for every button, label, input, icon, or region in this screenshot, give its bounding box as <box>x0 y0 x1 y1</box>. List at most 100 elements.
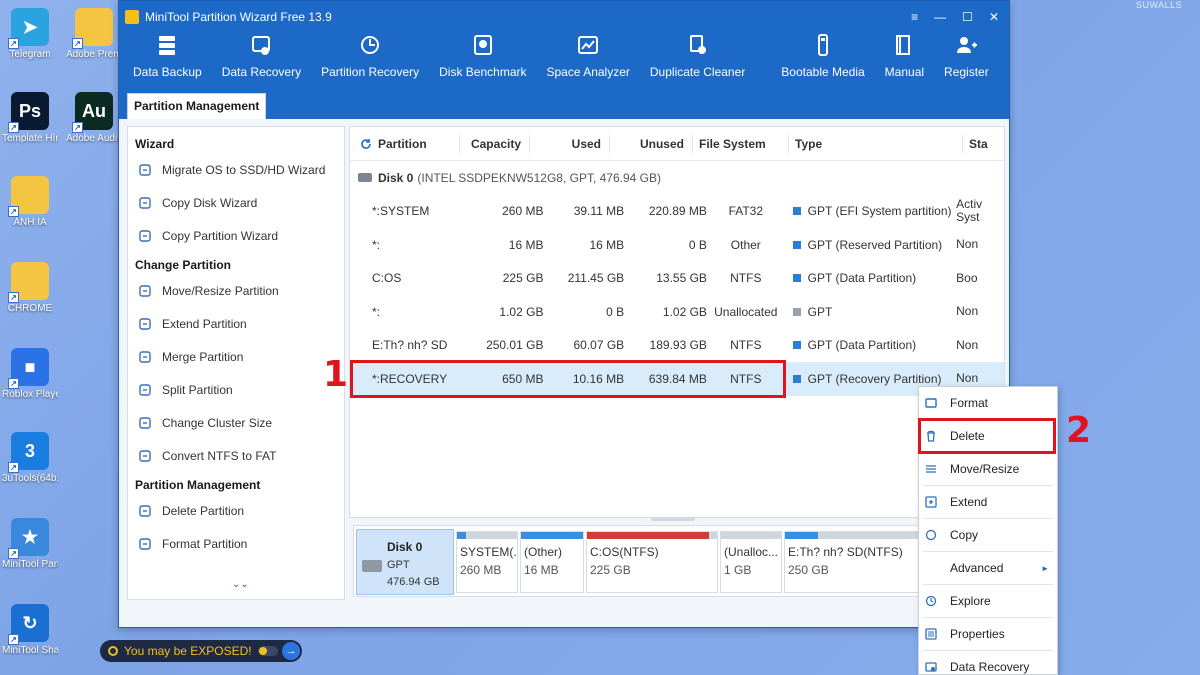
context-menu-item-format[interactable]: Format <box>919 387 1057 419</box>
disk-row[interactable]: Disk 0 (INTEL SSDPEKNW512G8, GPT, 476.94… <box>350 161 1004 195</box>
toast-arrow-button[interactable]: → <box>282 642 300 660</box>
app-icon: ➤ ↗ <box>8 8 49 49</box>
app-icon: ↗ <box>8 262 49 303</box>
toolbar-data-recovery-button[interactable]: Data Recovery <box>222 33 301 79</box>
sidebar-item[interactable]: Merge Partition <box>128 340 344 373</box>
desktop-icon[interactable]: ■↗Roblox Player <box>2 348 58 401</box>
col-header-status[interactable]: Sta <box>963 135 988 153</box>
context-menu-item-explore[interactable]: Explore <box>919 585 1057 617</box>
partition-row[interactable]: *: 16 MB 16 MB 0 B Other GPT (Reserved Partit… <box>350 228 1004 262</box>
desktop-icon[interactable]: ★↗MiniTool Partitio... <box>2 518 58 571</box>
context-menu-item-properties[interactable]: Properties <box>919 618 1057 650</box>
col-header-capacity[interactable]: Capacity <box>460 134 530 153</box>
col-header-file-system[interactable]: File System <box>693 134 789 153</box>
col-header-unused[interactable]: Unused <box>610 134 693 153</box>
toast-toggle[interactable] <box>258 646 278 656</box>
refresh-icon[interactable] <box>360 138 372 150</box>
desktop-icon[interactable]: ↗ ẢNH IA <box>2 176 58 229</box>
col-header-type[interactable]: Type <box>789 134 963 153</box>
cell-partition: *:SYSTEM <box>372 204 430 219</box>
maximize-button[interactable]: ☐ <box>962 10 973 24</box>
cell-unused: 220.89 MB <box>648 204 707 219</box>
tab-partition-management[interactable]: Partition Management <box>127 93 267 119</box>
menu-button[interactable]: ≡ <box>911 10 918 24</box>
shortcut-arrow-icon: ↗ <box>8 634 19 645</box>
context-menu-item-move-resize[interactable]: Move/Resize <box>919 453 1057 485</box>
sidebar-item[interactable]: Move/Resize Partition <box>128 274 344 307</box>
segment-usage-fill <box>457 532 466 539</box>
segment-label: (Unalloc... <box>724 545 779 559</box>
desktop-icon-label: MiniTool Partitio... <box>2 559 58 570</box>
disk-map-segment[interactable]: C:OS(NTFS) 225 GB <box>586 531 718 593</box>
sidebar-item-label: Extend Partition <box>162 316 247 331</box>
minimize-button[interactable]: — <box>934 10 946 24</box>
desktop-icon-label: 3uTools(64b... <box>2 473 58 484</box>
context-menu-item-advanced[interactable]: Advanced ► <box>919 552 1057 584</box>
exposed-toast[interactable]: You may be EXPOSED! → <box>100 640 302 662</box>
sidebar-item-label: Migrate OS to SSD/HD Wizard <box>162 162 326 177</box>
sidebar-item[interactable]: Migrate OS to SSD/HD Wizard <box>128 153 344 186</box>
cell-type: GPT (EFI System partition) <box>785 204 956 218</box>
title-bar[interactable]: MiniTool Partition Wizard Free 13.9 ≡ — … <box>119 1 1009 33</box>
sidebar-item[interactable]: Convert NTFS to FAT <box>128 439 344 472</box>
context-menu-item-data-recovery[interactable]: Data Recovery <box>919 651 1057 675</box>
toolbar: Data Backup Data Recovery Partition Recove… <box>119 33 1009 93</box>
toolbar-disk-benchmark-button[interactable]: Disk Benchmark <box>439 33 527 79</box>
cell-partition: *: <box>372 304 381 319</box>
shortcut-arrow-icon: ↗ <box>8 292 19 303</box>
desktop-icon[interactable]: 3↗3uTools(64b... <box>2 432 58 485</box>
sidebar-item-icon <box>138 449 152 463</box>
expand-more-icon[interactable]: ⌄⌄ <box>232 579 249 590</box>
toolbar-register-button[interactable]: Register <box>944 33 989 79</box>
disk-map-segment[interactable]: (Other) 16 MB <box>520 531 584 593</box>
cell-status: Non <box>956 337 979 352</box>
partition-row[interactable]: E:Th? nh? SD 250.01 GB 60.07 GB 189.93 GB NT… <box>350 329 1004 363</box>
disk-map-segment[interactable]: SYSTEM(... 260 MB <box>456 531 518 593</box>
desktop-icon[interactable]: Ps↗Template Hình HTTT <box>2 92 58 145</box>
sidebar-item[interactable]: Delete Partition <box>128 494 344 527</box>
cell-fs: NTFS <box>730 271 762 286</box>
cell-type: GPT <box>785 305 956 319</box>
cell-unused: 1.02 GB <box>662 304 707 319</box>
context-menu-label: Extend <box>950 495 988 509</box>
segment-label: E:Th? nh? SD(NTFS) <box>788 545 903 559</box>
context-menu-item-extend[interactable]: Extend <box>919 486 1057 518</box>
disk-map-disk-card[interactable]: Disk 0 GPT 476.94 GB <box>356 529 454 595</box>
desktop-icon[interactable]: ➤ ↗ Telegram <box>2 8 58 61</box>
toolbar-manual-button[interactable]: Manual <box>885 33 924 79</box>
sidebar-item[interactable]: Split Partition <box>128 373 344 406</box>
toolbar-space-analyzer-button[interactable]: Space Analyzer <box>547 33 630 79</box>
desktop-icon[interactable]: ↗ CHROME <box>2 262 58 315</box>
app-logo-icon <box>125 10 139 24</box>
disk-map-scheme: GPT <box>387 559 410 571</box>
sidebar-item[interactable]: Copy Partition Wizard <box>128 219 344 252</box>
toolbar-partition-recovery-button[interactable]: Partition Recovery <box>321 33 419 79</box>
sidebar-item[interactable]: Copy Disk Wizard <box>128 186 344 219</box>
properties-icon <box>925 628 937 640</box>
shortcut-arrow-icon: ↗ <box>8 548 19 559</box>
partition-row[interactable]: *:SYSTEM 260 MB 39.11 MB 220.89 MB FAT32 GPT … <box>350 195 1004 229</box>
toolbar-data-backup-button[interactable]: Data Backup <box>133 33 202 79</box>
desktop-icon[interactable]: Au↗Adobe Audition C... <box>66 92 122 145</box>
close-button[interactable]: ✕ <box>989 10 999 24</box>
cell-used: 39.11 MB <box>573 204 625 219</box>
sidebar-item[interactable]: Change Cluster Size <box>128 406 344 439</box>
disk-map-segment[interactable]: E:Th? nh? SD(NTFS) 250 GB <box>784 531 924 593</box>
desktop-icon[interactable]: ↗Adobe Premiere Pr... <box>66 8 122 61</box>
cell-status: Non <box>956 304 979 319</box>
context-menu-item-copy[interactable]: Copy <box>919 519 1057 551</box>
toolbar-bootable-media-button[interactable]: Bootable Media <box>781 33 865 79</box>
toolbar-duplicate-cleaner-button[interactable]: Duplicate Cleaner <box>650 33 745 79</box>
splitter-handle[interactable] <box>651 517 695 521</box>
desktop-icon-label: Telegram <box>9 49 51 60</box>
disk-map-segment[interactable]: (Unalloc... 1 GB <box>720 531 782 593</box>
partition-row[interactable]: C:OS 225 GB 211.45 GB 13.55 GB NTFS GPT (Data… <box>350 262 1004 296</box>
shortcut-arrow-icon: ↗ <box>72 122 83 133</box>
partition-row[interactable]: *: 1.02 GB 0 B 1.02 GB Unallocated GPT Non <box>350 295 1004 329</box>
col-header-used[interactable]: Used <box>530 134 610 153</box>
sidebar-item[interactable]: Format Partition <box>128 527 344 560</box>
col-header-partition[interactable]: Partition <box>378 135 427 153</box>
desktop-icon[interactable]: ↻↗MiniTool ShadowMa... <box>2 604 58 657</box>
sidebar-item[interactable]: Extend Partition <box>128 307 344 340</box>
shortcut-arrow-icon: ↗ <box>8 206 19 217</box>
